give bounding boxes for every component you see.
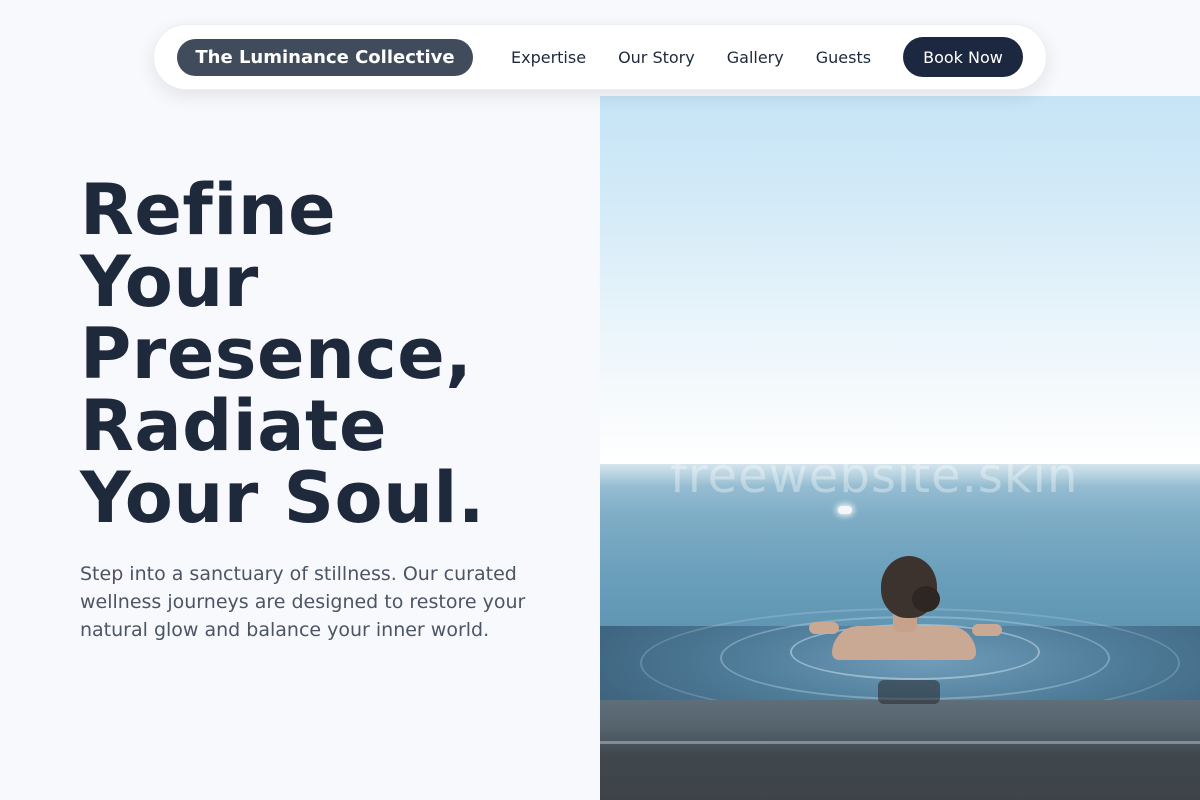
hero-subtitle: Step into a sanctuary of stillness. Our … [80,563,526,641]
image-pool-edge [600,700,1200,800]
image-person-hand-right [972,624,1002,636]
image-person-hair-bun [912,586,940,612]
hero-title-line: Radiate [80,385,387,467]
nav-link-expertise[interactable]: Expertise [511,48,586,67]
hero-title-line: Your Soul. [80,457,486,539]
nav-link-our-story[interactable]: Our Story [618,48,695,67]
top-navbar: The Luminance Collective Expertise Our S… [153,24,1047,90]
nav-link-gallery[interactable]: Gallery [727,48,784,67]
image-person-hand-left [809,622,839,634]
image-sky [600,96,1200,468]
hero-title: Refine Your Presence, Radiate Your Soul. [80,174,580,534]
hero-title-line: Your [80,241,259,323]
image-person-reflection [878,680,940,704]
hero-image: freewebsite.skin [600,96,1200,800]
image-pool-edge-line [600,741,1200,744]
nav-link-guests[interactable]: Guests [816,48,871,67]
hero-title-line: Refine [80,169,337,251]
brand-logo-pill[interactable]: The Luminance Collective [177,38,473,76]
nav-links: Expertise Our Story Gallery Guests [511,48,871,67]
book-now-button[interactable]: Book Now [903,37,1023,77]
image-distant-boat [838,506,852,514]
hero-title-line: Presence, [80,313,473,395]
image-watermark: freewebsite.skin [670,448,1079,504]
